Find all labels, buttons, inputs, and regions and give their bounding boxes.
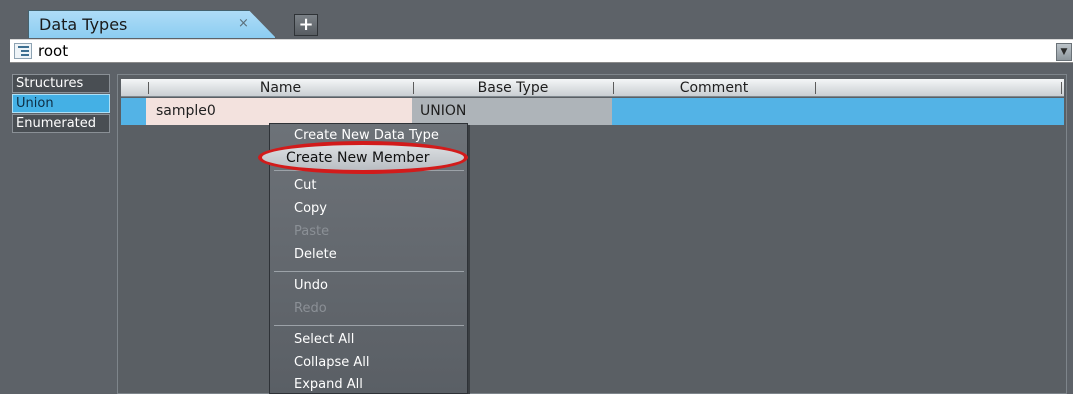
column-header-base-type[interactable]: Base Type: [413, 79, 613, 97]
table-row[interactable]: sample0 UNION: [121, 98, 1064, 125]
menu-item-create-new-member[interactable]: Create New Member: [258, 141, 468, 174]
menu-item-select-all[interactable]: Select All: [294, 332, 354, 347]
menu-item-delete[interactable]: Delete: [294, 247, 337, 262]
menu-separator: [274, 271, 464, 272]
column-divider[interactable]: [815, 82, 816, 94]
cell-comment[interactable]: [612, 98, 814, 125]
menu-item-paste: Paste: [294, 224, 330, 239]
chevron-down-icon[interactable]: ▼: [1056, 43, 1072, 61]
menu-item-redo: Redo: [294, 301, 327, 316]
menu-item-copy[interactable]: Copy: [294, 201, 327, 216]
grid-header: Name Base Type Comment: [121, 79, 1064, 97]
column-header-comment[interactable]: Comment: [613, 79, 815, 97]
tab-title: Data Types: [39, 15, 128, 34]
category-structures[interactable]: Structures: [12, 74, 110, 93]
tab-strip: Data Types × +: [0, 0, 1073, 39]
cell-name[interactable]: sample0: [146, 98, 412, 125]
column-header-name[interactable]: Name: [148, 79, 413, 97]
add-tab-button[interactable]: +: [294, 14, 318, 36]
cell-base-type[interactable]: UNION: [412, 98, 612, 125]
close-icon[interactable]: ×: [238, 16, 249, 31]
menu-item-label: Create New Member: [286, 150, 430, 166]
column-divider: [1061, 82, 1062, 94]
menu-item-expand-all[interactable]: Expand All: [294, 377, 363, 392]
category-union[interactable]: Union: [12, 94, 110, 113]
root-label: root: [38, 42, 69, 60]
menu-item-cut[interactable]: Cut: [294, 178, 316, 193]
root-selector[interactable]: root ▼: [10, 39, 1073, 63]
menu-item-undo[interactable]: Undo: [294, 278, 328, 293]
menu-separator: [274, 325, 464, 326]
tree-view-icon: [14, 43, 32, 59]
menu-item-collapse-all[interactable]: Collapse All: [294, 355, 370, 370]
tab-data-types[interactable]: Data Types ×: [28, 10, 276, 38]
category-enumerated[interactable]: Enumerated: [12, 114, 110, 133]
